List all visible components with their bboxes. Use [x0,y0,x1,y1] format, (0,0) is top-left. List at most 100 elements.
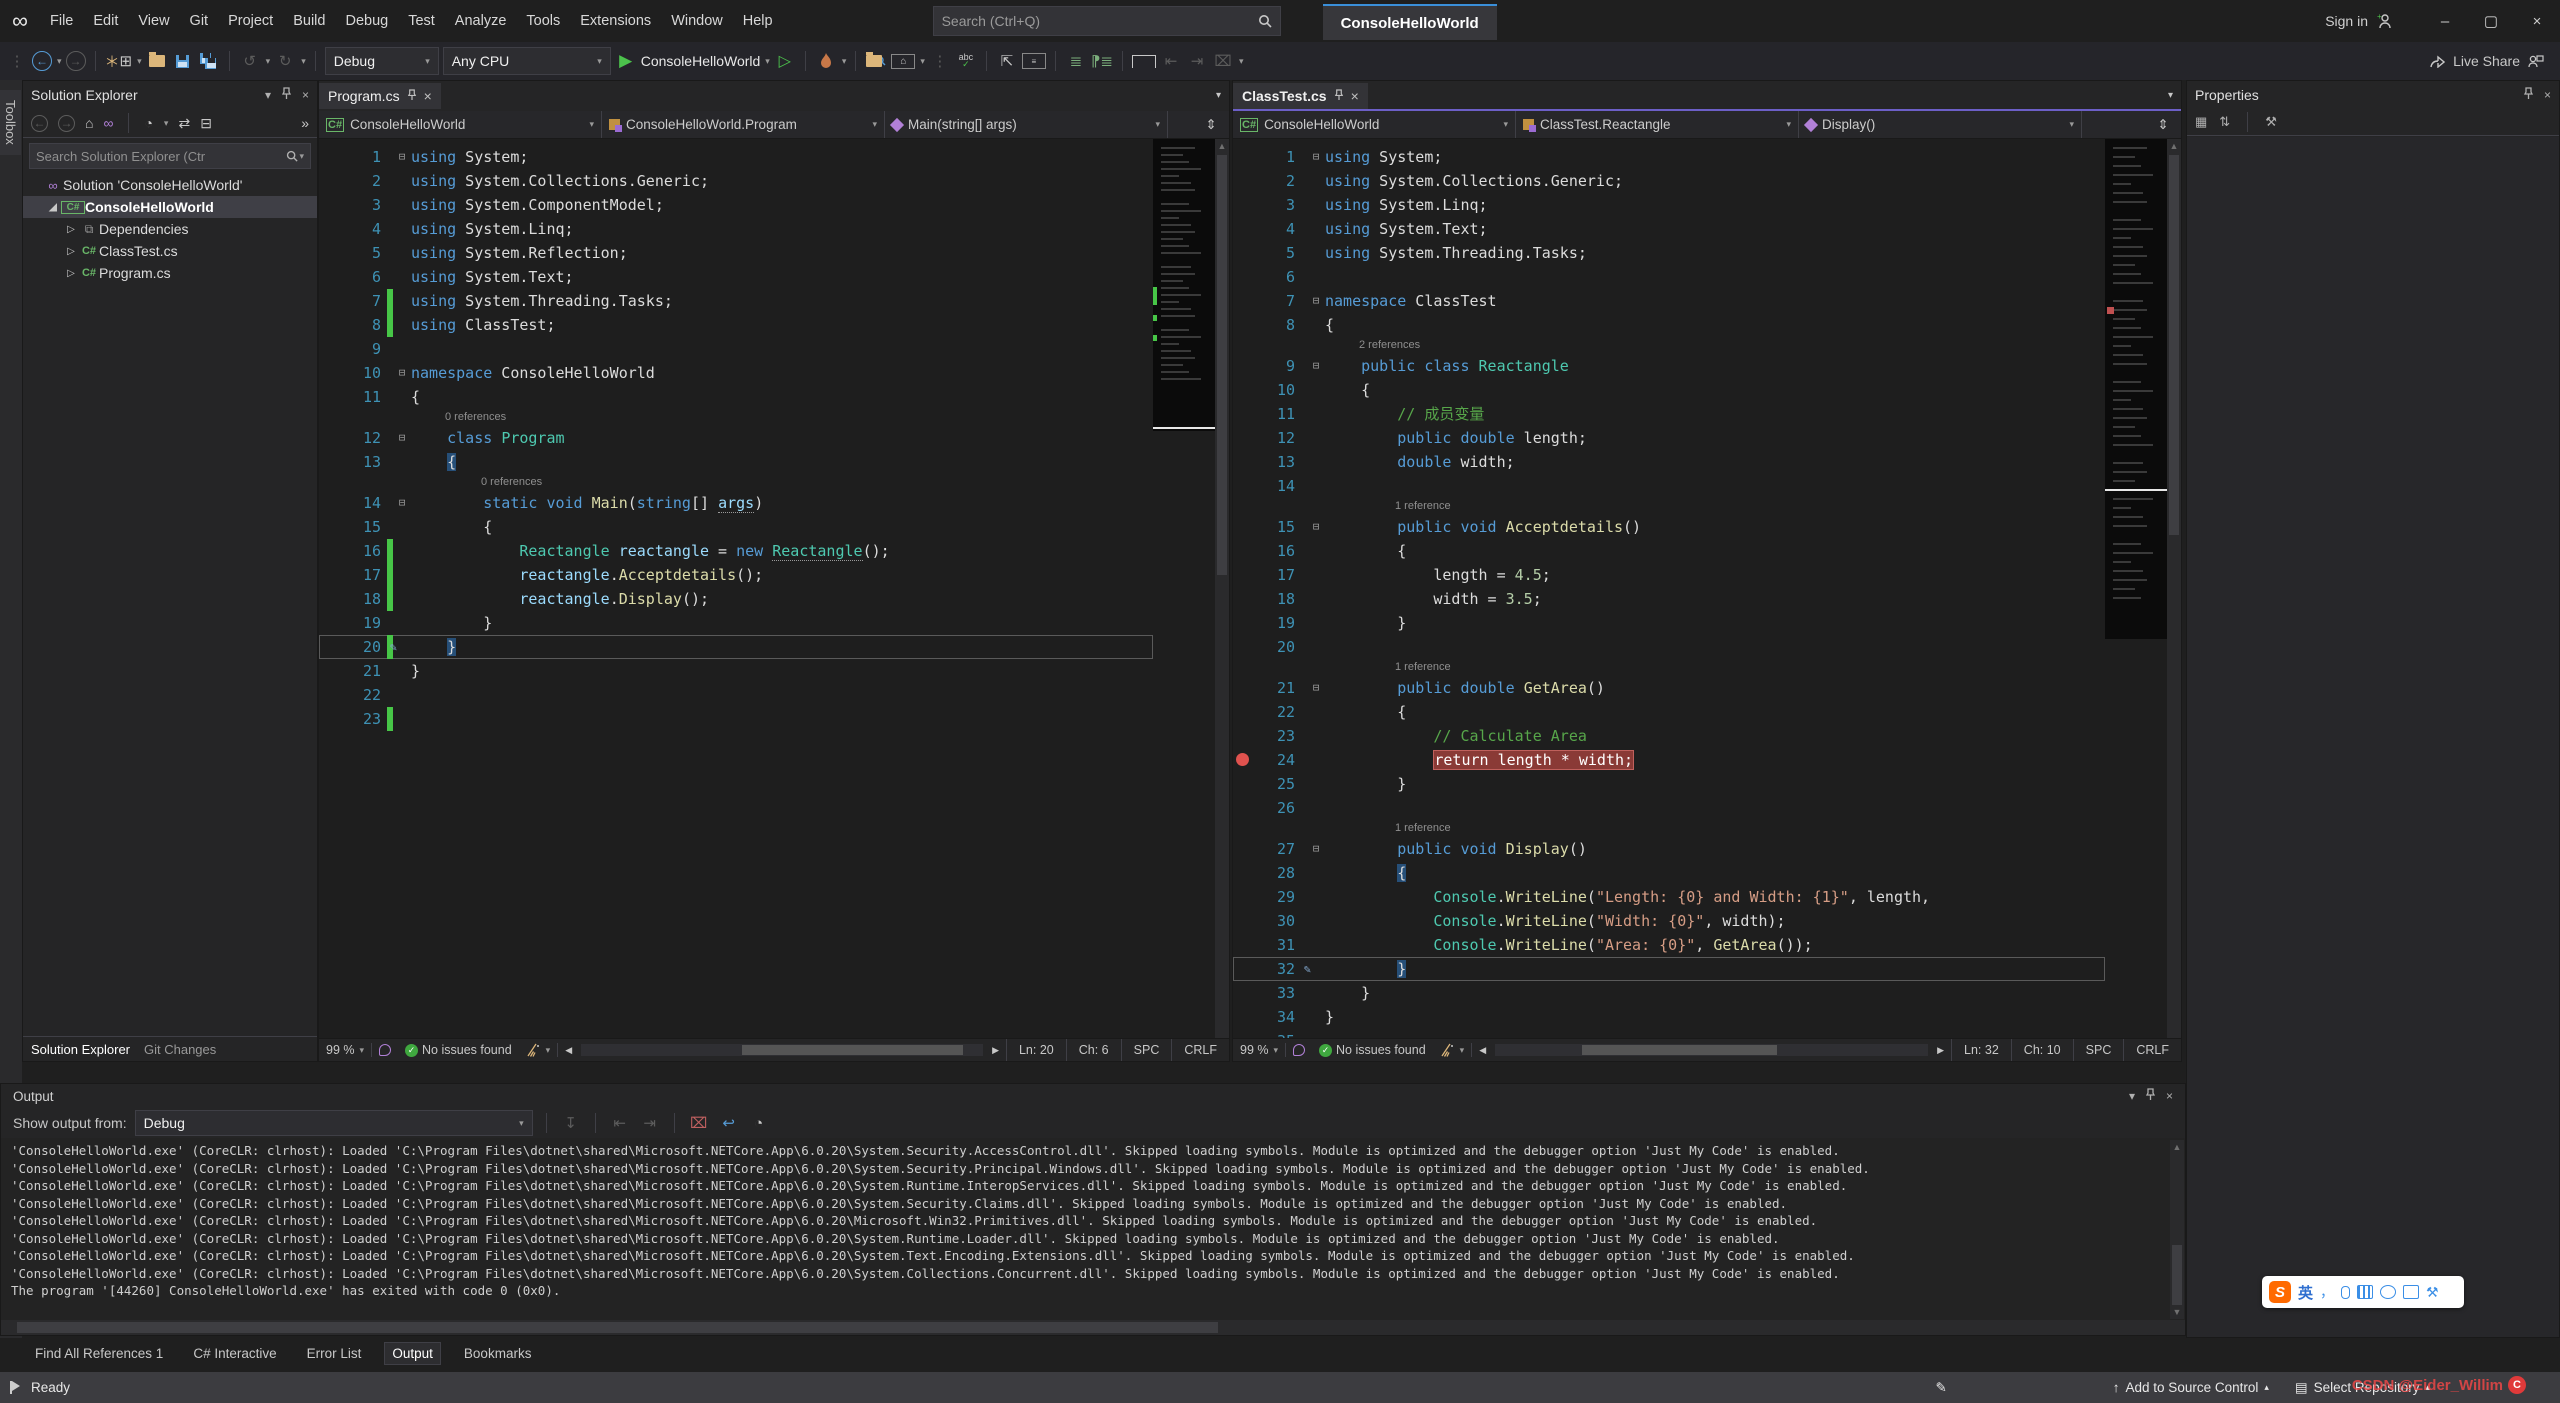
line-number[interactable]: 14 [1253,474,1297,498]
menu-debug[interactable]: Debug [335,0,398,42]
code-line[interactable]: 35 [1233,1029,2105,1038]
line-number[interactable]: 30 [1253,909,1297,933]
breakpoint-margin[interactable] [1233,474,1253,498]
tree-item-solution-consolehelloworld-[interactable]: ∞ Solution 'ConsoleHelloWorld' [23,174,317,196]
breakpoint-margin[interactable] [1233,885,1253,909]
code-line[interactable]: 10 ⊟ namespace ConsoleHelloWorld [319,361,1153,385]
line-number[interactable]: 34 [1253,1005,1297,1029]
new-dropdown-icon[interactable]: ▾ [137,56,142,67]
restore-button[interactable]: ▢ [2468,6,2514,36]
breakpoint-margin[interactable] [319,491,339,515]
code-line[interactable]: 13 double width; [1233,450,2105,474]
tool-tab-output[interactable]: Output [384,1341,441,1365]
breakpoint-margin[interactable] [1233,933,1253,957]
code-line[interactable]: 19 } [319,611,1153,635]
bookmark-icon[interactable] [1132,54,1157,68]
line-number[interactable]: 12 [1253,426,1297,450]
scrollbar-thumb[interactable] [2169,155,2179,535]
code-line[interactable]: 18 reactangle.Display(); [319,587,1153,611]
close-button[interactable]: × [2514,6,2560,36]
line-number[interactable]: 9 [339,337,383,361]
fold-marker[interactable]: ⊟ [1307,354,1325,378]
line-number[interactable]: 7 [1253,289,1297,313]
line-number[interactable]: 21 [1253,676,1297,700]
breakpoint-margin[interactable] [1233,700,1253,724]
clear-all-icon[interactable]: ⌧ [688,1111,710,1135]
line-number[interactable]: 15 [339,515,383,539]
breakpoint-margin[interactable] [1233,587,1253,611]
breakpoint-margin[interactable] [319,313,339,337]
breakpoint-margin[interactable] [1233,563,1253,587]
code-line[interactable]: 8 using ClassTest; [319,313,1153,337]
tab-program-cs[interactable]: Program.cs × [319,83,441,109]
format-document-icon[interactable]: ≣ [1065,49,1087,73]
breakpoint-margin[interactable] [319,385,339,409]
codelens-references[interactable]: 0 references [319,474,1153,491]
hot-reload-dropdown-icon[interactable]: ▾ [842,56,847,67]
project-dropdown[interactable]: C# ConsoleHelloWorld ▾ [1233,111,1516,138]
breakpoint-margin[interactable] [319,635,339,659]
scroll-right-icon[interactable]: ▶ [985,1045,1006,1056]
line-number[interactable]: 13 [1253,450,1297,474]
breakpoint-margin[interactable] [319,289,339,313]
zoom-level-dropdown[interactable]: 99 % ▾ [319,1043,371,1057]
line-indicator[interactable]: Ln: 20 [1005,1039,1066,1061]
expander-icon[interactable]: ▷ [63,246,79,257]
line-number[interactable]: 11 [339,385,383,409]
code-line[interactable]: 8{ [1233,313,2105,337]
vertical-scrollbar[interactable]: ▲ [1215,139,1229,1038]
scrollbar-thumb[interactable] [1217,155,1227,575]
breakpoint-margin[interactable] [319,683,339,707]
spell-check-icon[interactable]: abc ✓ [955,49,977,73]
navigate-back-icon[interactable]: ← [32,51,52,71]
output-horizontal-scrollbar[interactable] [1,1320,2185,1335]
close-icon[interactable]: × [2166,1089,2173,1103]
expander-icon[interactable]: ▷ [63,224,79,235]
line-number[interactable]: 31 [1253,933,1297,957]
line-number[interactable]: 10 [339,361,383,385]
code-line[interactable]: 5 using System.Threading.Tasks; [1233,241,2105,265]
column-indicator[interactable]: Ch: 10 [2010,1039,2073,1061]
sync-with-active-document-icon[interactable]: ⇄ [178,115,190,132]
breakpoint-margin[interactable] [1233,289,1253,313]
type-dropdown[interactable]: ConsoleHelloWorld.Program ▾ [602,111,885,138]
line-number[interactable]: 16 [339,539,383,563]
code-line[interactable]: 9 [319,337,1153,361]
output-log[interactable]: 'ConsoleHelloWorld.exe' (CoreCLR: clrhos… [1,1138,2185,1320]
fold-marker[interactable]: ⊟ [393,361,411,385]
code-line[interactable]: 23 // Calculate Area [1233,724,2105,748]
line-number[interactable]: 1 [1253,145,1297,169]
breakpoint-margin[interactable] [1233,611,1253,635]
breakpoint-margin[interactable] [1233,837,1253,861]
scroll-left-icon[interactable]: ◀ [1472,1045,1493,1056]
menu-build[interactable]: Build [283,0,335,42]
member-dropdown[interactable]: Main(string[] args) ▾ [885,111,1168,138]
breakpoint-margin[interactable] [319,337,339,361]
output-source-dropdown[interactable]: Debug ▾ [134,1110,533,1136]
code-line[interactable]: 1 ⊟ using System; [1233,145,2105,169]
close-icon[interactable]: × [2544,88,2551,102]
pin-icon[interactable] [281,87,292,103]
clear-bookmarks-icon[interactable]: ⌧ [1212,49,1234,73]
line-number[interactable]: 21 [339,659,383,683]
word-wrap-icon[interactable]: ↩ [718,1111,740,1135]
window-position-icon[interactable]: ▾ [2129,1089,2135,1103]
menu-test[interactable]: Test [398,0,445,42]
breakpoint-margin[interactable] [1233,145,1253,169]
breakpoint-margin[interactable] [1233,539,1253,563]
breakpoint-margin[interactable] [319,361,339,385]
filter-dropdown-icon[interactable]: ▾ [164,118,169,129]
breakpoint-margin[interactable] [1233,515,1253,539]
code-line[interactable]: 22 [319,683,1153,707]
code-line[interactable]: 16 { [1233,539,2105,563]
code-cleanup-icon[interactable]: ▾ [1433,1043,1472,1057]
code-line[interactable]: 14 ⊟ static void Main(string[] args) [319,491,1153,515]
line-number[interactable]: 24 [1253,748,1297,772]
line-number[interactable]: 1 [339,145,383,169]
codelens-references[interactable]: 1 reference [1233,498,2105,515]
fold-marker[interactable]: ⊟ [1307,676,1325,700]
undo-dropdown-icon[interactable]: ▾ [266,56,271,67]
next-message-icon[interactable]: ⇥ [639,1111,661,1135]
line-number[interactable]: 4 [1253,217,1297,241]
breakpoint-margin[interactable] [319,217,339,241]
